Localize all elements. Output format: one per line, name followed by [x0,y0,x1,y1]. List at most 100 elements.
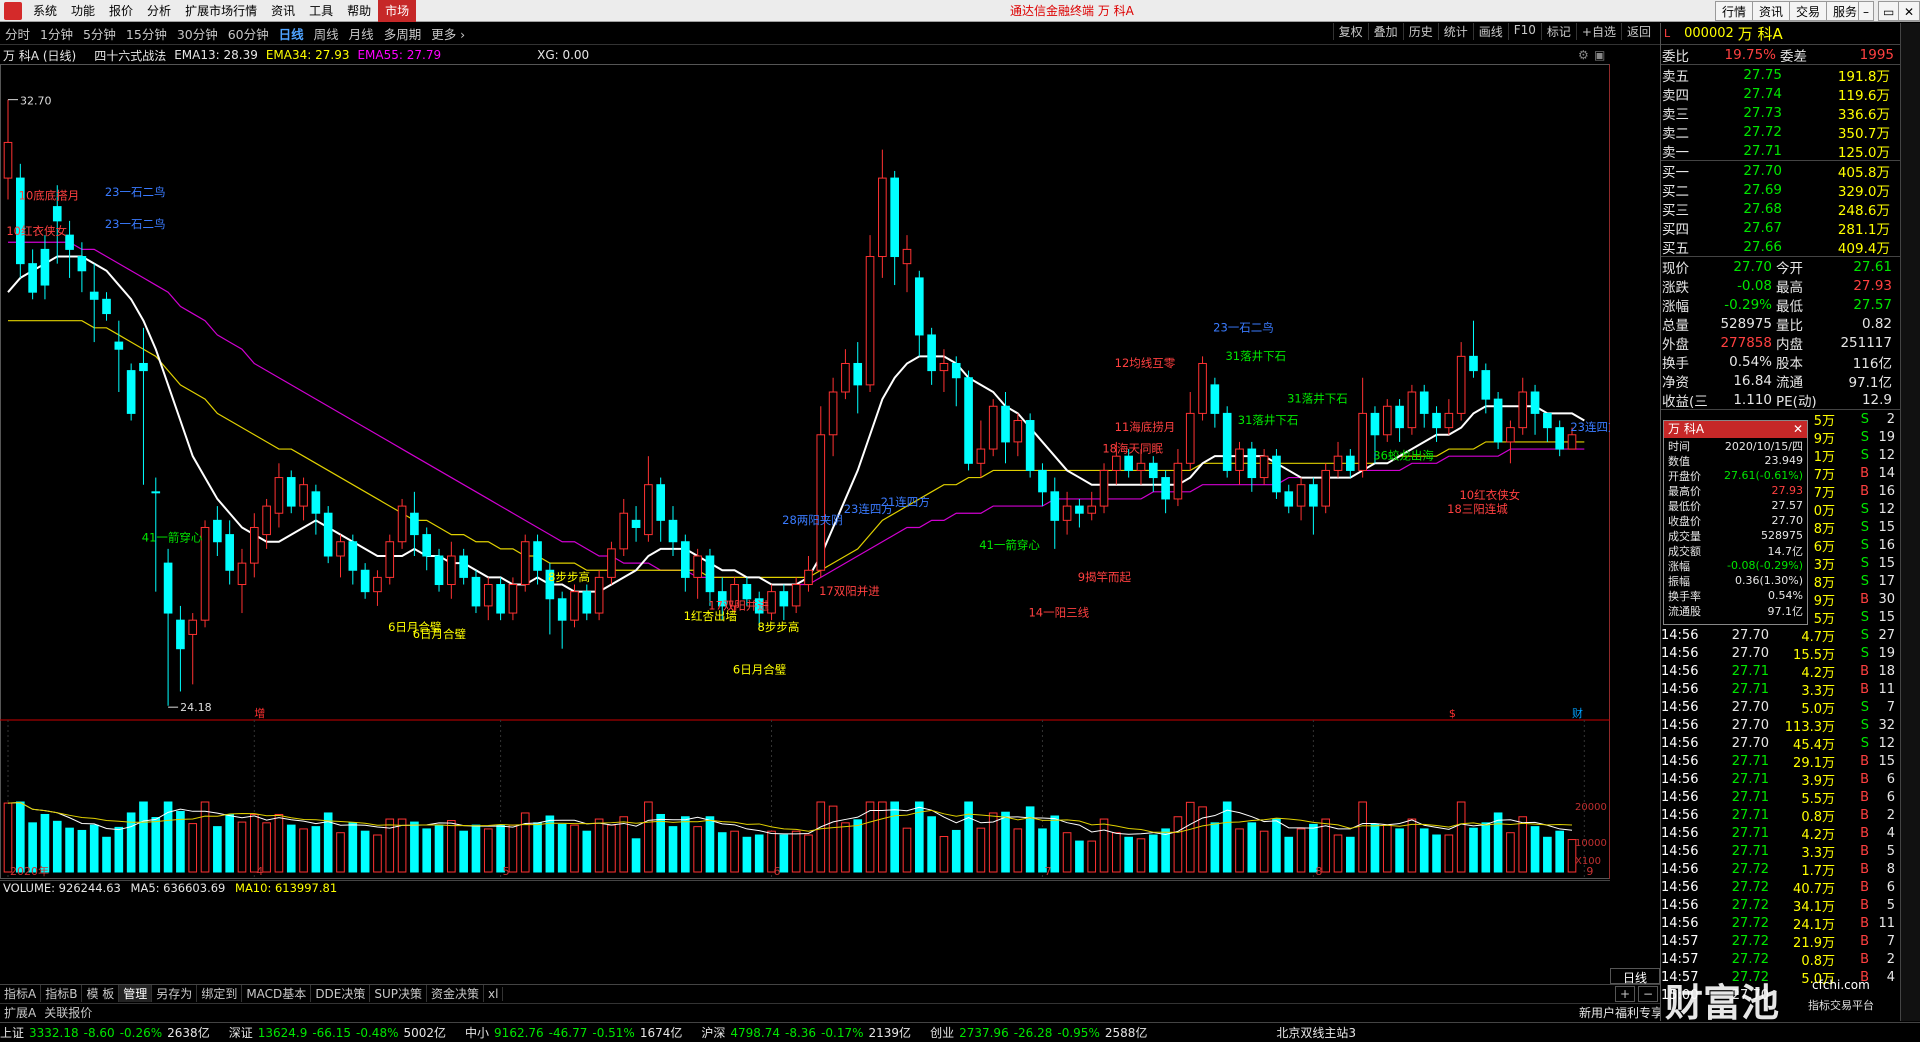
period-tag[interactable]: 日线 [1610,968,1660,985]
tool-add-watch[interactable]: +自选 [1575,23,1621,40]
tab-macd[interactable]: MACD基本 [242,985,312,1002]
settings-icon[interactable]: ⚙ [1578,48,1589,62]
period-5min[interactable]: 5分钟 [78,24,121,43]
index-2[interactable]: 中小 9162.76 -46.77 -0.51% 1674亿 [465,1024,687,1041]
month-label: 5 [503,865,510,878]
candle-body [878,177,887,258]
tick-t: 14:56 [1661,663,1699,679]
tab-ext-a[interactable]: 扩展A [0,1004,40,1021]
volume-bar [15,801,25,873]
index-4[interactable]: 创业 2737.96 -26.28 -0.95% 2588亿 [930,1024,1152,1041]
kline-chart[interactable]: 10底底搭月 23一石二鸟 10红衣侠女 23一石二鸟 41一箭穿心 8步步高 6日月合璧 6… [0,64,1610,879]
tool-f10[interactable]: F10 [1507,23,1541,40]
tab-manage[interactable]: 管理 [119,985,153,1002]
tab-template[interactable]: 模 板 [82,985,120,1002]
stat-label: 涨幅 [1662,298,1689,315]
minimize-icon[interactable]: – [1858,1,1874,21]
bid-row[interactable]: 买三 27.68 248.6万 [1661,199,1900,219]
menu-analysis[interactable]: 分析 [140,2,178,19]
stat-value2: 12.9 [1861,391,1892,408]
side-shortcut-bar[interactable] [1900,23,1920,1021]
detail-close-icon[interactable]: ✕ [1793,421,1807,438]
ask-row[interactable]: 卖一 27.71 125.0万 [1661,141,1900,161]
tool-draw[interactable]: 画线 [1472,23,1508,40]
candle-body [1555,427,1565,450]
tool-history[interactable]: 历史 [1402,23,1438,40]
tab-indicator-a[interactable]: 指标A [0,985,42,1002]
menu-tools[interactable]: 工具 [302,2,340,19]
volume-bar [1518,816,1528,873]
xg-value: XG: 0.00 [537,48,590,62]
top-btn-news[interactable]: 资讯 [1752,1,1791,21]
period-intraday[interactable]: 分时 [0,24,35,43]
bid-row[interactable]: 买一 27.70 405.8万 [1661,161,1900,181]
index-1[interactable]: 深证 13624.9 -66.15 -0.48% 5002亿 [229,1024,451,1041]
bid-volume: 281.1万 [1837,221,1890,238]
bid-row[interactable]: 买二 27.69 329.0万 [1661,180,1900,200]
period-more[interactable]: 更多 › [426,24,470,43]
volume-bar [188,823,198,873]
bid-volume: 405.8万 [1837,164,1890,181]
tab-dde[interactable]: DDE决策 [311,985,371,1002]
collapse-icon[interactable]: ▣ [1594,48,1605,62]
tab-bind[interactable]: 绑定到 [197,985,243,1002]
bid-row[interactable]: 买四 27.67 281.1万 [1661,218,1900,238]
candle-body [77,256,87,272]
ask-label: 卖三 [1662,106,1689,123]
top-btn-quote[interactable]: 行情 [1715,1,1754,21]
zoom-in-icon[interactable]: + [1615,985,1636,1002]
menu-market[interactable]: 市场 [378,0,417,22]
tab-sup[interactable]: SUP决策 [370,985,428,1002]
tool-mark[interactable]: 标记 [1540,23,1576,40]
tool-fq[interactable]: 复权 [1332,23,1368,40]
server-name[interactable]: 北京双线主站3 [1276,1024,1356,1041]
ask-row[interactable]: 卖二 27.72 350.7万 [1661,122,1900,142]
index-0[interactable]: 上证 3332.18 -8.60 -0.26% 2638亿 [0,1024,215,1041]
menu-quote[interactable]: 报价 [102,2,140,19]
tab-xl[interactable]: xl [484,986,504,1001]
ask-row[interactable]: 卖四 27.74 119.6万 [1661,84,1900,104]
tab-funds[interactable]: 资金决策 [427,985,485,1002]
tick-n: 12 [1878,735,1895,751]
signal-label: 31落井下石 [1287,392,1348,406]
menu-system[interactable]: 系统 [26,2,64,19]
period-multi[interactable]: 多周期 [379,24,427,43]
index-3[interactable]: 沪深 4798.74 -8.36 -0.17% 2139亿 [701,1024,916,1041]
volume-bar [1432,834,1441,873]
zoom-out-icon[interactable]: − [1638,985,1659,1002]
promo-link[interactable]: 新用户福利专享 [1575,1004,1667,1021]
period-30min[interactable]: 30分钟 [172,24,223,43]
menu-help[interactable]: 帮助 [340,2,378,19]
period-weekly[interactable]: 周线 [309,24,344,43]
ask-row[interactable]: 卖五 27.75 191.8万 [1661,65,1900,85]
ask-row[interactable]: 卖三 27.73 336.6万 [1661,103,1900,123]
restore-icon[interactable]: ▭ [1878,1,1900,21]
volume-bar [1013,828,1023,873]
candle-body [1321,469,1331,507]
period-monthly[interactable]: 月线 [344,24,379,43]
tab-related-quote[interactable]: 关联报价 [40,1004,96,1021]
tool-stats[interactable]: 统计 [1437,23,1473,40]
menu-ext-market[interactable]: 扩展市场行情 [178,2,264,19]
period-60min[interactable]: 60分钟 [223,24,274,43]
candle-body [410,512,419,536]
period-1min[interactable]: 1分钟 [35,24,78,43]
top-btn-trade[interactable]: 交易 [1789,1,1828,21]
formula-name[interactable]: 四十六式战法 [94,47,166,64]
index-a: 1674亿 [639,1026,683,1040]
volume-bar [1444,834,1454,873]
tool-back[interactable]: 返回 [1620,23,1656,40]
tab-indicator-b[interactable]: 指标B [41,985,83,1002]
tick-p: 27.72 [1731,897,1769,913]
close-icon[interactable]: ✕ [1898,1,1920,21]
index-a: 2588亿 [1104,1026,1148,1040]
tab-save-as[interactable]: 另存为 [152,985,198,1002]
period-daily[interactable]: 日线 [274,24,309,43]
tick-row: 14:56 27.72 1.7万 B 8 [1661,860,1900,879]
menu-news[interactable]: 资讯 [264,2,302,19]
menu-function[interactable]: 功能 [64,2,102,19]
period-15min[interactable]: 15分钟 [121,24,172,43]
tool-overlay[interactable]: 叠加 [1367,23,1403,40]
month-label: 6 [774,865,781,878]
bid-row[interactable]: 买五 27.66 409.4万 [1661,237,1900,257]
